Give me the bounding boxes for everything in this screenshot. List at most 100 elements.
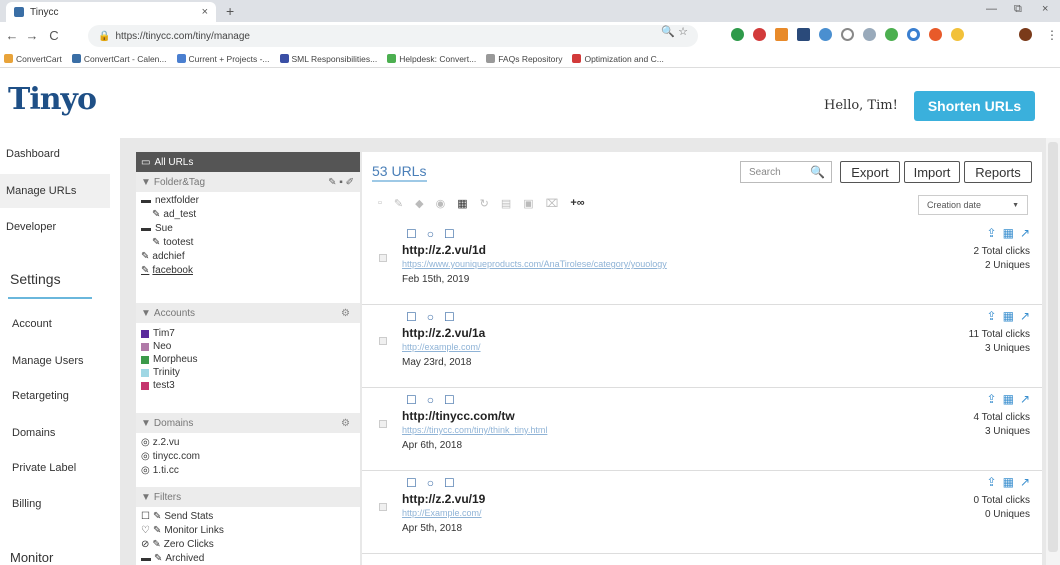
nav-settings[interactable]: Settings <box>10 271 61 287</box>
long-url[interactable]: https://tinycc.com/tiny/think_tiny.html <box>402 425 547 435</box>
row-checkbox[interactable] <box>379 254 387 262</box>
account-item[interactable]: Neo <box>141 341 171 352</box>
search-icon[interactable]: 🔍 <box>810 165 825 179</box>
select-icon[interactable]: ☐ <box>406 310 417 324</box>
import-button[interactable]: Import <box>904 161 960 183</box>
share-icon[interactable]: ⇪ <box>987 475 997 489</box>
nav-monitor[interactable]: Monitor <box>10 550 53 565</box>
circle-icon[interactable]: ○ <box>427 476 434 490</box>
filter-item[interactable]: ⊘ ✎ Zero Clicks <box>141 539 214 550</box>
gear-icon[interactable]: ⚙ <box>341 418 350 429</box>
profile-avatar[interactable] <box>1019 28 1032 41</box>
bookmark-item[interactable]: Optimization and C... <box>572 54 664 64</box>
tag-item[interactable]: ✎ facebook <box>141 265 193 276</box>
omnibox-icons[interactable]: 🔍 ☆ <box>661 25 688 38</box>
trash-icon[interactable]: ⌧ <box>546 197 559 210</box>
extension-icon[interactable] <box>841 28 854 41</box>
select-icon[interactable]: ☐ <box>406 393 417 407</box>
shorten-urls-button[interactable]: Shorten URLs <box>914 91 1035 121</box>
nav-billing[interactable]: Billing <box>12 498 41 510</box>
folder-item[interactable]: ▬ Sue <box>141 223 173 234</box>
tinycc-logo[interactable]: Tinyo <box>8 82 97 117</box>
circle-icon[interactable]: ○ <box>427 393 434 407</box>
share-icon[interactable]: ⇪ <box>987 392 997 406</box>
extension-icon[interactable] <box>907 28 920 41</box>
forward-button[interactable]: → <box>22 28 42 43</box>
long-url[interactable]: https://www.youniqueproducts.com/AnaTiro… <box>402 259 667 269</box>
account-item[interactable]: Trinity <box>141 367 180 378</box>
filter-item[interactable]: ▬ ✎ Archived <box>141 553 204 564</box>
window-close-button[interactable]: × <box>1042 3 1048 15</box>
extension-icon[interactable] <box>797 28 810 41</box>
account-item[interactable]: Morpheus <box>141 354 197 365</box>
folder-tools-icon[interactable]: ✎ ▪ ✐ <box>328 177 354 188</box>
scrollbar-thumb[interactable] <box>1048 142 1058 552</box>
domain-item[interactable]: ◎ tinycc.com <box>141 451 200 462</box>
export-button[interactable]: Export <box>840 161 900 183</box>
stats-chart-icon[interactable]: ↗ <box>1020 226 1030 240</box>
all-urls-header[interactable]: ▭ All URLs <box>136 152 360 172</box>
list-icon[interactable]: ▤ <box>501 197 511 210</box>
filter-item[interactable]: ♡ ✎ Monitor Links <box>141 525 224 536</box>
bookmark-item[interactable]: Current + Projects -... <box>176 54 270 64</box>
reload-button[interactable]: C <box>44 28 64 43</box>
short-url[interactable]: http://z.2.vu/1a <box>402 326 485 340</box>
note-icon[interactable]: ☐ <box>444 476 455 490</box>
short-url[interactable]: http://z.2.vu/19 <box>402 492 485 506</box>
back-button[interactable]: ← <box>2 28 22 43</box>
extension-icon[interactable] <box>753 28 766 41</box>
bookmark-item[interactable]: Helpdesk: Convert... <box>387 54 476 64</box>
bookmark-item[interactable]: SML Responsibilities... <box>279 54 377 64</box>
row-checkbox[interactable] <box>379 337 387 345</box>
tag-item[interactable]: ✎ tootest <box>152 237 193 248</box>
extension-icon[interactable] <box>731 28 744 41</box>
new-tab-button[interactable]: + <box>226 3 234 19</box>
circle-icon[interactable]: ○ <box>427 310 434 324</box>
note-icon[interactable]: ☐ <box>444 393 455 407</box>
domain-item[interactable]: ◎ z.2.vu <box>141 437 179 448</box>
bookmark-item[interactable]: FAQs Repository <box>486 54 562 64</box>
url-row[interactable]: ☐ ○ ☐ http://z.2.vu/1d https://www.youniquep… <box>362 222 1042 305</box>
stats-chart-icon[interactable]: ↗ <box>1020 392 1030 406</box>
short-url[interactable]: http://z.2.vu/1d <box>402 243 486 257</box>
search-input[interactable]: Search 🔍 <box>740 161 832 183</box>
tag-item[interactable]: ✎ ad_test <box>152 209 196 220</box>
select-icon[interactable]: ☐ <box>406 476 417 490</box>
qr-code-icon[interactable]: ▦ <box>1003 309 1014 323</box>
qr-code-icon[interactable]: ▦ <box>1003 392 1014 406</box>
filter-item[interactable]: ☐ ✎ Send Stats <box>141 511 213 522</box>
add-link-icon[interactable]: +∞ <box>570 197 584 210</box>
folder-tag-header[interactable]: ▼ Folder&Tag ✎ ▪ ✐ <box>136 172 360 192</box>
extension-icon[interactable] <box>819 28 832 41</box>
reports-button[interactable]: Reports <box>964 161 1032 183</box>
stats-chart-icon[interactable]: ↗ <box>1020 309 1030 323</box>
row-checkbox[interactable] <box>379 503 387 511</box>
browser-tab[interactable]: Tinycc × <box>6 2 216 22</box>
extension-icon[interactable] <box>863 28 876 41</box>
domains-header[interactable]: ▼ Domains ⚙ <box>136 413 360 433</box>
extension-icon[interactable] <box>929 28 942 41</box>
bookmark-item[interactable]: ConvertCart - Calen... <box>71 54 167 64</box>
url-row[interactable]: ☐ ○ ☐ http://tinycc.com/tw https://tinycc.co… <box>362 388 1042 471</box>
nav-dashboard[interactable]: Dashboard <box>6 148 60 160</box>
calendar-icon[interactable]: ▣ <box>523 197 533 210</box>
nav-developer[interactable]: Developer <box>6 221 56 233</box>
restore-button[interactable]: ⧉ <box>1014 3 1022 16</box>
share-icon[interactable]: ⇪ <box>987 226 997 240</box>
select-all-icon[interactable]: ▫ <box>378 197 382 210</box>
url-row[interactable]: ☐ ○ ☐ http://z.2.vu/1a http://example.com/Ma… <box>362 305 1042 388</box>
help-icon[interactable]: ◉ <box>436 197 446 210</box>
nav-domains[interactable]: Domains <box>12 427 55 439</box>
long-url[interactable]: http://Example.com/ <box>402 508 482 518</box>
accounts-header[interactable]: ▼ Accounts ⚙ <box>136 303 360 323</box>
qr-code-icon[interactable]: ▦ <box>1003 226 1014 240</box>
nav-retargeting[interactable]: Retargeting <box>12 390 69 402</box>
tab-close-icon[interactable]: × <box>202 6 208 18</box>
edit-icon[interactable]: ✎ <box>394 197 403 210</box>
select-icon[interactable]: ☐ <box>406 227 417 241</box>
page-scrollbar[interactable] <box>1046 138 1060 565</box>
qr-code-icon[interactable]: ▦ <box>457 197 467 210</box>
nav-private-label[interactable]: Private Label <box>12 462 76 474</box>
note-icon[interactable]: ☐ <box>444 227 455 241</box>
browser-menu-icon[interactable]: ⋮ <box>1046 28 1058 42</box>
